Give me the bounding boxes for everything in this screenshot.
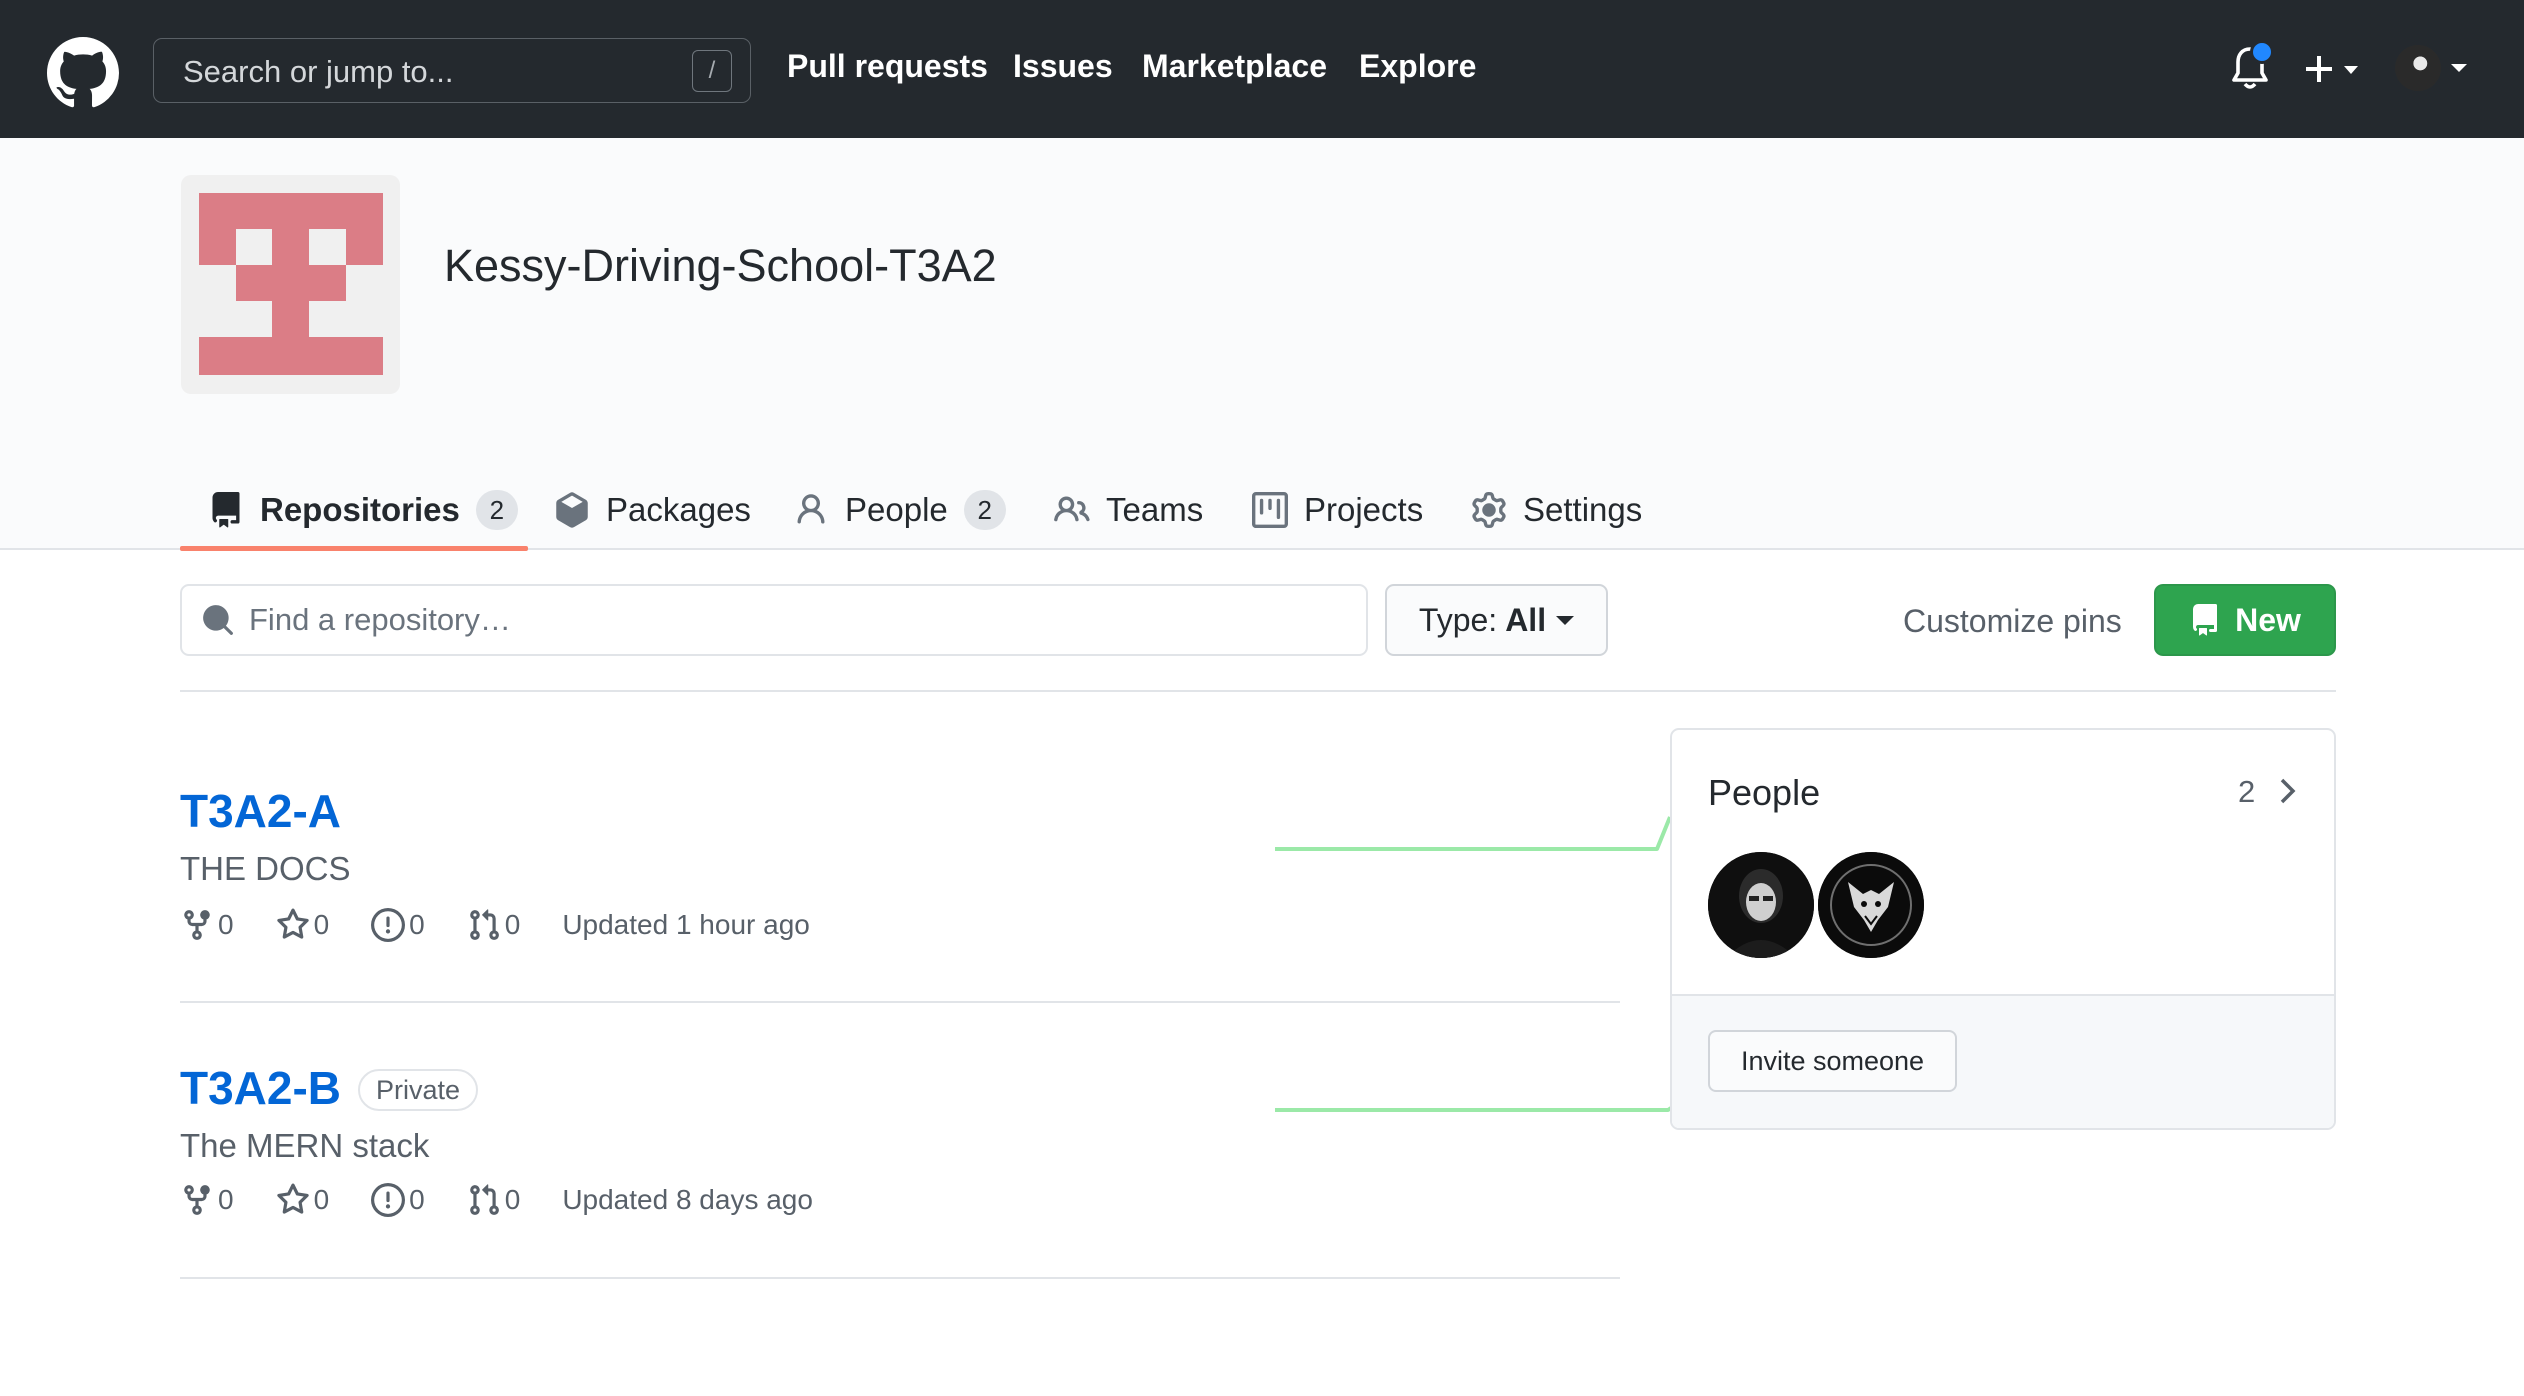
pull-request-icon [469, 909, 499, 940]
activity-sparkline [1275, 1106, 1673, 1112]
tab-label: Packages [606, 491, 751, 528]
star-count-value: 0 [313, 1184, 330, 1215]
type-filter-value: All [1505, 601, 1547, 638]
org-avatar [181, 175, 400, 394]
wolf-medallion-image [1818, 852, 1924, 958]
fork-icon [184, 1185, 210, 1215]
issue-count[interactable]: 0 [371, 908, 425, 942]
repo-icon [2193, 604, 2218, 636]
pull-request-count[interactable]: 0 [467, 908, 521, 942]
issue-count[interactable]: 0 [371, 1183, 425, 1217]
tab-projects[interactable]: Projects [1252, 470, 1423, 550]
tab-repositories[interactable]: Repositories 2 [208, 470, 518, 550]
avatar [2395, 45, 2441, 91]
person-icon [797, 494, 825, 524]
member-avatar[interactable] [1818, 852, 1924, 958]
tab-label: Settings [1523, 491, 1643, 528]
issue-icon [371, 908, 406, 942]
type-filter-label: Type: [1418, 601, 1498, 638]
nav-pull-requests[interactable]: Pull requests [787, 48, 988, 85]
tab-counter: 2 [475, 490, 518, 530]
fork-count[interactable]: 0 [180, 1183, 234, 1217]
divider [180, 1277, 1620, 1279]
nav-marketplace[interactable]: Marketplace [1142, 48, 1327, 85]
repo-meta: 0 0 0 0 Updated 8 days ago [180, 1183, 813, 1217]
top-header: Search or jump to... / Pull requests Iss… [0, 0, 2524, 138]
repo-list-item: T3A2-B Private The MERN stack 0 0 0 0 Up… [180, 1061, 1673, 1241]
activity-sparkline [1275, 816, 1672, 851]
star-count[interactable]: 0 [276, 908, 330, 942]
chevron-down-icon [1556, 616, 1575, 625]
people-footer: Invite someone [1672, 994, 2334, 1128]
updated-time: Updated 1 hour ago [562, 909, 810, 940]
tab-people[interactable]: People 2 [793, 470, 1006, 550]
new-repository-button[interactable]: New [2154, 584, 2336, 656]
portrait-image [1708, 852, 1814, 958]
plus-dropdown-icon[interactable] [2305, 48, 2365, 92]
fork-count[interactable]: 0 [180, 908, 234, 942]
org-name: Kessy-Driving-School-T3A2 [444, 240, 997, 291]
private-badge: Private [358, 1069, 479, 1111]
package-icon [556, 492, 588, 528]
repo-name-link[interactable]: T3A2-A [180, 784, 341, 838]
search-icon [203, 605, 233, 635]
tab-label: Projects [1304, 491, 1424, 528]
divider [180, 1001, 1620, 1003]
identicon [199, 193, 383, 375]
fork-count-value: 0 [218, 909, 234, 940]
nav-issues[interactable]: Issues [1013, 48, 1113, 85]
chevron-right-icon[interactable] [2276, 776, 2300, 806]
user-menu[interactable] [2395, 45, 2473, 95]
people-count-link[interactable]: 2 [2238, 774, 2255, 810]
tab-label: Teams [1106, 491, 1204, 528]
tab-label: Repositories [260, 491, 460, 528]
customize-pins-link[interactable]: Customize pins [1903, 603, 2122, 640]
star-icon [276, 908, 309, 939]
github-logo-icon[interactable] [47, 37, 119, 109]
member-avatar[interactable] [1708, 852, 1814, 958]
repo-meta: 0 0 0 0 Updated 1 hour ago [180, 908, 810, 942]
star-count[interactable]: 0 [276, 1183, 330, 1217]
type-filter-button[interactable]: Type: All [1385, 584, 1608, 656]
invite-someone-button[interactable]: Invite someone [1708, 1030, 1957, 1092]
repo-description: THE DOCS [180, 850, 351, 887]
fork-icon [184, 910, 210, 940]
tab-label: People [845, 491, 948, 528]
slash-shortcut-key: / [692, 50, 732, 92]
tab-teams[interactable]: Teams [1054, 470, 1203, 550]
updated-time: Updated 8 days ago [562, 1184, 813, 1215]
new-button-label: New [2235, 601, 2301, 638]
notification-dot [2250, 40, 2274, 64]
people-icon [1054, 496, 1090, 522]
gear-icon [1472, 492, 1506, 528]
tab-counter: 2 [963, 490, 1006, 530]
issue-icon [371, 1183, 406, 1217]
find-repository-input[interactable] [180, 584, 1368, 656]
tab-selected-underline [180, 546, 528, 551]
project-icon [1252, 492, 1288, 528]
fork-count-value: 0 [218, 1184, 234, 1215]
issue-count-value: 0 [409, 909, 425, 940]
people-title: People [1708, 772, 1821, 813]
repo-description: The MERN stack [180, 1127, 430, 1164]
repo-icon [212, 492, 240, 528]
divider [180, 690, 2336, 692]
nav-explore[interactable]: Explore [1359, 48, 1476, 85]
repo-name-link[interactable]: T3A2-B [180, 1061, 341, 1115]
search-placeholder: Search or jump to... [183, 54, 454, 89]
tab-packages[interactable]: Packages [554, 470, 751, 550]
star-count-value: 0 [313, 909, 330, 940]
pull-request-count[interactable]: 0 [467, 1183, 521, 1217]
pull-request-icon [469, 1184, 499, 1215]
star-icon [276, 1183, 309, 1214]
chevron-down-icon [2451, 64, 2467, 72]
pull-request-count-value: 0 [504, 909, 521, 940]
repo-list-item: T3A2-A THE DOCS 0 0 0 0 Updated 1 hour a… [180, 784, 1672, 964]
tab-settings[interactable]: Settings [1471, 470, 1642, 550]
people-sidebar-box: People 2 Invite someone [1670, 728, 2336, 1130]
issue-count-value: 0 [409, 1184, 425, 1215]
search-input[interactable]: Search or jump to... / [153, 38, 751, 103]
pull-request-count-value: 0 [504, 1184, 521, 1215]
